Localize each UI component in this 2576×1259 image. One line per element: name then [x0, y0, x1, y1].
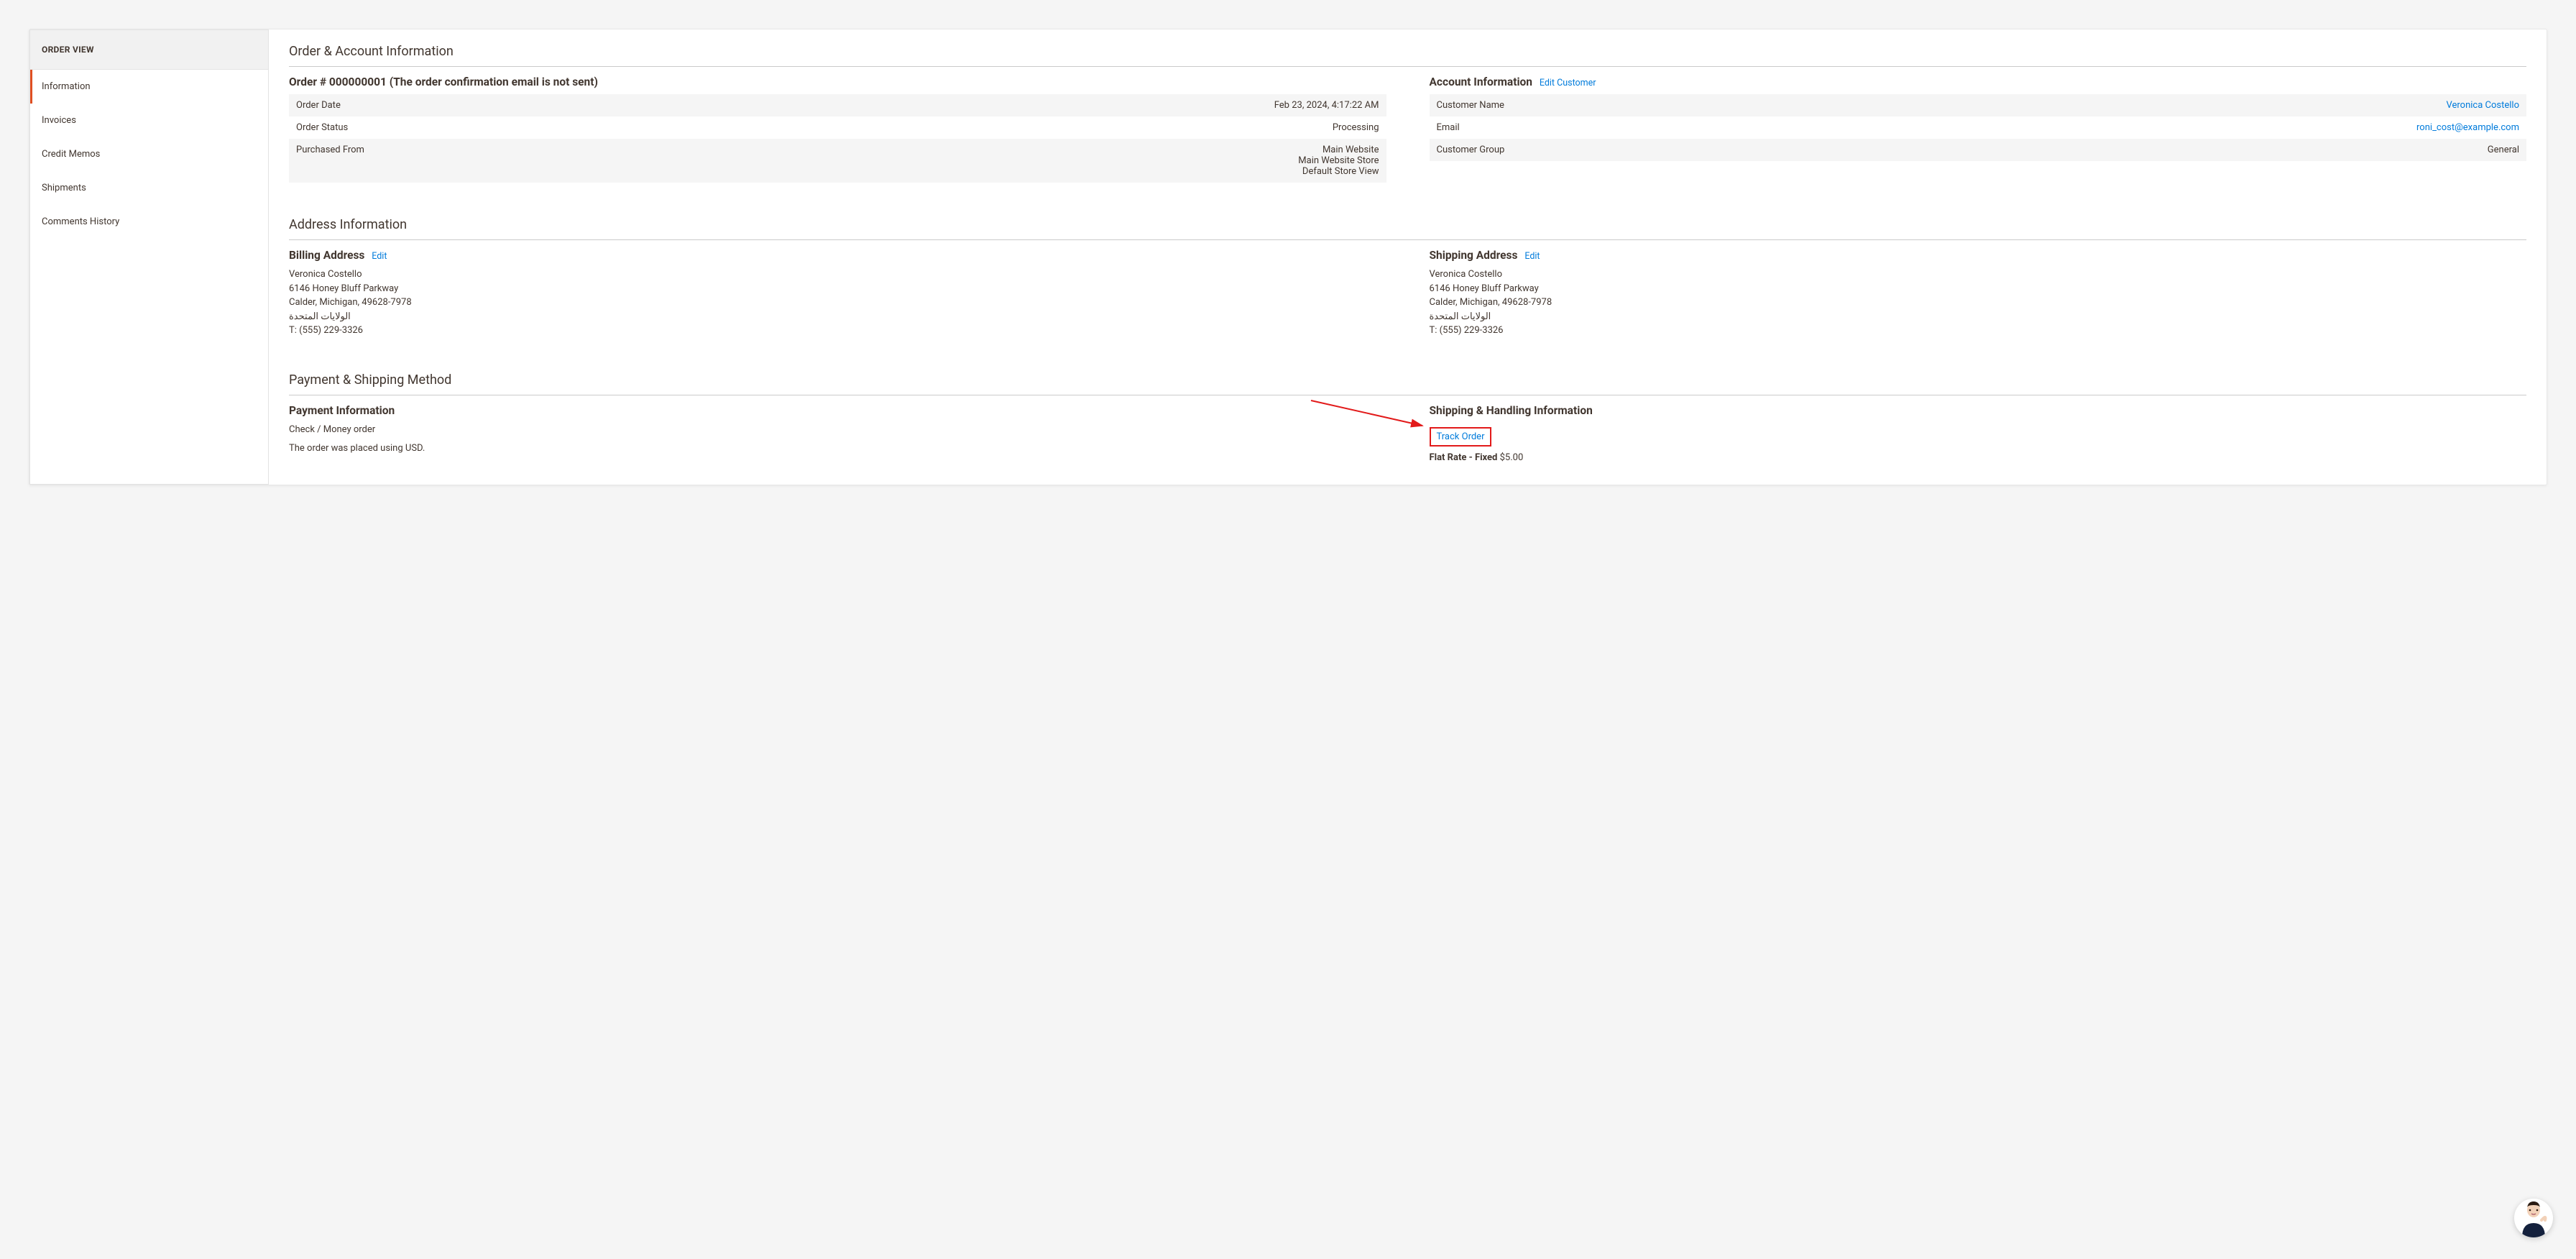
purchased-from-line1: Main Website [735, 145, 1379, 155]
shipping-street: 6146 Honey Bluff Parkway [1430, 282, 2527, 296]
shipping-address: Veronica Costello 6146 Honey Bluff Parkw… [1430, 267, 2527, 338]
billing-address: Veronica Costello 6146 Honey Bluff Parkw… [289, 267, 1386, 338]
customer-group-label: Customer Group [1430, 139, 1869, 161]
order-info-table: Order Date Feb 23, 2024, 4:17:22 AM Orde… [289, 94, 1386, 183]
customer-group-value: General [1868, 139, 2526, 161]
payment-method: Check / Money order [289, 423, 1386, 438]
shipping-phone: T: (555) 229-3326 [1430, 324, 2527, 338]
edit-shipping-address-link[interactable]: Edit [1524, 251, 1540, 262]
sidebar-item-invoices[interactable]: Invoices [30, 104, 268, 137]
billing-name: Veronica Costello [289, 267, 1386, 282]
purchased-from-line2: Main Website Store [735, 155, 1379, 166]
shipping-rate-price: $5.00 [1500, 452, 1524, 463]
shipping-address-heading: Shipping Address Edit [1430, 249, 2527, 262]
edit-customer-link[interactable]: Edit Customer [1540, 78, 1596, 88]
section-title-payment-shipping: Payment & Shipping Method [289, 372, 2526, 395]
section-title-address: Address Information [289, 217, 2526, 240]
order-view-sidebar: ORDER VIEW Information Invoices Credit M… [29, 29, 269, 485]
avatar-icon [2518, 1199, 2549, 1237]
purchased-from-label: Purchased From [289, 139, 728, 183]
billing-country: الولايات المتحدة [289, 310, 1386, 324]
account-heading: Account Information Edit Customer [1430, 75, 2527, 88]
payment-info-heading: Payment Information [289, 404, 1386, 417]
sidebar-item-comments-history[interactable]: Comments History [30, 205, 268, 239]
shipping-city: Calder, Michigan, 49628-7978 [1430, 296, 2527, 310]
sidebar-item-credit-memos[interactable]: Credit Memos [30, 137, 268, 171]
sidebar-item-shipments[interactable]: Shipments [30, 171, 268, 205]
order-status-label: Order Status [289, 116, 728, 139]
shipping-rate-label: Flat Rate - Fixed [1430, 452, 1498, 463]
support-avatar[interactable] [2514, 1199, 2553, 1237]
account-heading-text: Account Information [1430, 75, 1532, 88]
track-order-button[interactable]: Track Order [1430, 427, 1492, 447]
customer-email-link[interactable]: roni_cost@example.com [2416, 122, 2519, 133]
purchased-from-line3: Default Store View [735, 166, 1379, 177]
order-status-value: Processing [728, 116, 1386, 139]
shipping-address-heading-text: Shipping Address [1430, 249, 1518, 262]
billing-phone: T: (555) 229-3326 [289, 324, 1386, 338]
billing-address-heading: Billing Address Edit [289, 249, 1386, 262]
order-date-label: Order Date [289, 94, 728, 116]
billing-city: Calder, Michigan, 49628-7978 [289, 296, 1386, 310]
order-date-value: Feb 23, 2024, 4:17:22 AM [728, 94, 1386, 116]
purchased-from-value: Main Website Main Website Store Default … [728, 139, 1386, 183]
shipping-name: Veronica Costello [1430, 267, 2527, 282]
shipping-info-heading: Shipping & Handling Information [1430, 404, 2527, 417]
order-content: Order & Account Information Order # 0000… [269, 29, 2547, 485]
customer-name-label: Customer Name [1430, 94, 1869, 116]
customer-email-label: Email [1430, 116, 1869, 139]
customer-name-link[interactable]: Veronica Costello [2447, 100, 2520, 111]
order-heading: Order # 000000001 (The order confirmatio… [289, 75, 1386, 88]
shipping-country: الولايات المتحدة [1430, 310, 2527, 324]
billing-address-heading-text: Billing Address [289, 249, 364, 262]
payment-currency-note: The order was placed using USD. [289, 441, 1386, 457]
sidebar-item-information[interactable]: Information [30, 70, 268, 104]
sidebar-title: ORDER VIEW [30, 30, 268, 70]
billing-street: 6146 Honey Bluff Parkway [289, 282, 1386, 296]
account-info-table: Customer Name Veronica Costello Email ro… [1430, 94, 2527, 161]
shipping-rate: Flat Rate - Fixed $5.00 [1430, 452, 2527, 463]
edit-billing-address-link[interactable]: Edit [372, 251, 387, 262]
section-title-order-account: Order & Account Information [289, 44, 2526, 67]
